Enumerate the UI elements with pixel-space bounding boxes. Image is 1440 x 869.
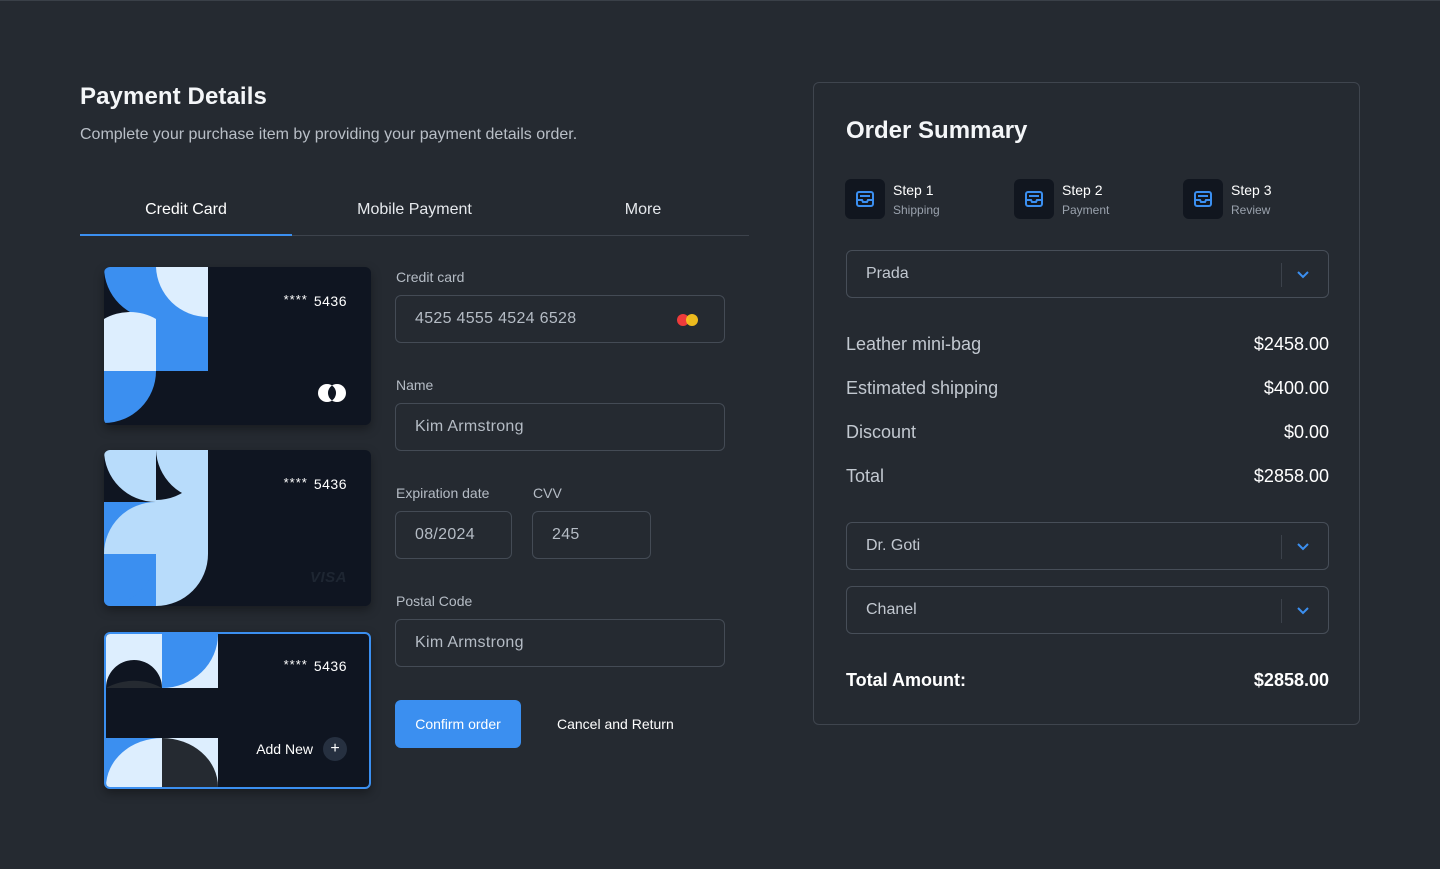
step-2-subtitle: Payment xyxy=(1062,202,1110,217)
page-title: Payment Details xyxy=(80,83,267,110)
tab-credit-card[interactable]: Credit Card xyxy=(80,185,292,236)
cancel-and-return-button[interactable]: Cancel and Return xyxy=(557,700,674,748)
chevron-down-icon xyxy=(1297,543,1309,551)
postal-code-value: Kim Armstrong xyxy=(415,634,524,651)
card-pattern-art xyxy=(104,450,208,606)
order-summary-title: Order Summary xyxy=(846,117,1028,144)
doctor-select-value: Dr. Goti xyxy=(866,537,921,554)
line-item-row: Leather mini-bag $2458.00 xyxy=(846,334,1329,355)
card-number-mask: **** xyxy=(283,657,308,672)
mastercard-icon xyxy=(677,314,698,326)
saved-card-1[interactable]: **** 5436 xyxy=(104,267,371,425)
card-number: **** 5436 xyxy=(283,475,347,492)
chanel-select-value: Chanel xyxy=(866,601,917,618)
cvv-input[interactable]: 245 xyxy=(532,511,651,559)
expiration-value: 08/2024 xyxy=(415,526,475,543)
mastercard-icon xyxy=(318,384,346,402)
total-amount-row: Total Amount: $2858.00 xyxy=(846,670,1329,691)
discount-label: Discount xyxy=(846,422,917,442)
tab-mobile-payment[interactable]: Mobile Payment xyxy=(292,185,537,235)
postal-code-input[interactable]: Kim Armstrong xyxy=(395,619,725,667)
step-2-title: Step 2 xyxy=(1062,181,1103,198)
card-pattern-art xyxy=(104,267,208,425)
total-label: Total xyxy=(846,466,885,486)
card-number: **** 5436 xyxy=(283,657,347,674)
step-3-title: Step 3 xyxy=(1231,181,1272,198)
discount-row: Discount $0.00 xyxy=(846,422,1329,443)
step-3-subtitle: Review xyxy=(1231,202,1271,217)
step-shipping[interactable]: Step 1 Shipping xyxy=(845,179,940,219)
total-row: Total $2858.00 xyxy=(846,466,1329,487)
name-label: Name xyxy=(396,377,434,393)
credit-card-value: 4525 4555 4524 6528 xyxy=(415,310,577,327)
shipping-label: Estimated shipping xyxy=(846,378,999,398)
card-last4: 5436 xyxy=(313,658,347,674)
total-amount-value: $2858.00 xyxy=(1253,670,1329,690)
step-payment[interactable]: Step 2 Payment xyxy=(1014,179,1109,219)
brand-select[interactable]: Prada xyxy=(846,250,1329,298)
chanel-select[interactable]: Chanel xyxy=(846,586,1329,634)
line-item-label: Leather mini-bag xyxy=(846,334,982,354)
discount-value: $0.00 xyxy=(1283,422,1329,442)
confirm-order-button[interactable]: Confirm order xyxy=(395,700,521,748)
expiration-label: Expiration date xyxy=(396,485,490,501)
order-summary-panel: Order Summary Step 1 Shipping Step 2 Pay… xyxy=(813,82,1360,725)
inbox-icon xyxy=(1183,179,1223,219)
step-1-subtitle: Shipping xyxy=(893,202,940,217)
name-input[interactable]: Kim Armstrong xyxy=(395,403,725,451)
card-number-mask: **** xyxy=(283,292,308,307)
inbox-icon xyxy=(845,179,885,219)
step-1-title: Step 1 xyxy=(893,181,934,198)
cvv-value: 245 xyxy=(552,526,580,543)
postal-code-label: Postal Code xyxy=(396,593,473,609)
total-value: $2858.00 xyxy=(1253,466,1329,486)
chevron-down-icon xyxy=(1297,271,1309,279)
shipping-row: Estimated shipping $400.00 xyxy=(846,378,1329,399)
card-last4: 5436 xyxy=(313,476,347,492)
card-last4: 5436 xyxy=(313,293,347,309)
credit-card-input[interactable]: 4525 4555 4524 6528 xyxy=(395,295,725,343)
brand-select-value: Prada xyxy=(866,265,909,282)
inbox-icon xyxy=(1014,179,1054,219)
add-new-label: Add New xyxy=(256,741,313,757)
line-item-value: $2458.00 xyxy=(1253,334,1329,354)
saved-card-3[interactable]: **** 5436 Add New + xyxy=(104,632,371,789)
saved-card-2[interactable]: **** 5436 VISA xyxy=(104,450,371,606)
card-number: **** 5436 xyxy=(283,292,347,309)
name-value: Kim Armstrong xyxy=(415,418,524,435)
payment-method-tabs: Credit Card Mobile Payment More xyxy=(80,185,749,236)
add-new-card-button[interactable]: Add New + xyxy=(256,737,347,761)
step-review[interactable]: Step 3 Review xyxy=(1183,179,1271,219)
plus-icon: + xyxy=(323,737,347,761)
card-pattern-art xyxy=(106,634,218,787)
select-divider xyxy=(1281,263,1282,287)
shipping-value: $400.00 xyxy=(1263,378,1329,398)
cvv-label: CVV xyxy=(533,485,562,501)
total-amount-label: Total Amount: xyxy=(846,670,966,690)
select-divider xyxy=(1281,535,1282,559)
visa-logo: VISA xyxy=(309,569,347,586)
select-divider xyxy=(1281,599,1282,623)
page-subtitle: Complete your purchase item by providing… xyxy=(80,126,578,143)
card-number-mask: **** xyxy=(283,475,308,490)
doctor-select[interactable]: Dr. Goti xyxy=(846,522,1329,570)
chevron-down-icon xyxy=(1297,607,1309,615)
tab-more[interactable]: More xyxy=(537,185,749,235)
expiration-input[interactable]: 08/2024 xyxy=(395,511,512,559)
credit-card-label: Credit card xyxy=(396,269,465,285)
